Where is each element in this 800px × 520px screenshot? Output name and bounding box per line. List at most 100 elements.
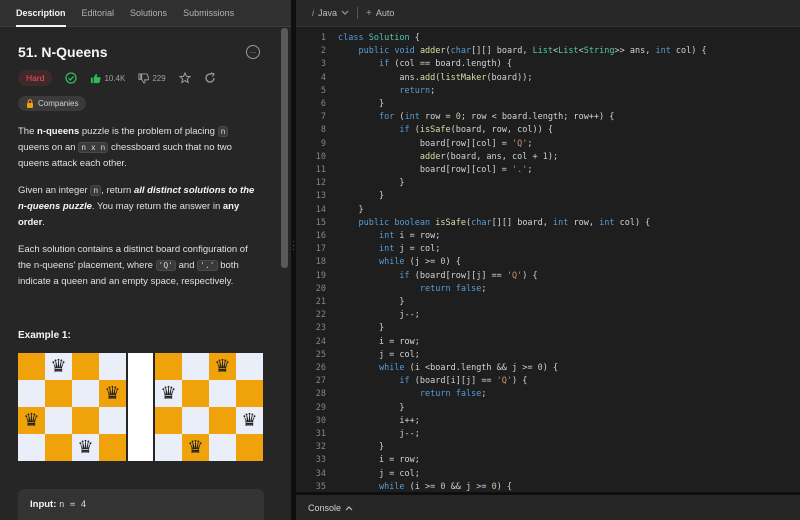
code-text: } <box>338 178 405 189</box>
code-text: return; <box>399 85 436 96</box>
code-text: for (int row = 0; row < board.length; ro… <box>378 112 615 123</box>
thumbs-up-icon <box>91 73 102 83</box>
line-number: 19 <box>315 270 326 281</box>
splitter-handle-icon[interactable]: · · · <box>292 238 295 254</box>
board-cell <box>236 380 263 407</box>
line-number: 1 <box>320 33 326 43</box>
code-text: j--; <box>338 429 420 439</box>
board-cell <box>18 380 45 407</box>
code-text: if (isSafe(board, row, col)) { <box>399 125 553 136</box>
board-cell <box>209 380 236 407</box>
mode-label: Auto <box>375 8 395 18</box>
line-number: 16 <box>315 231 326 241</box>
lock-icon <box>27 99 33 108</box>
board-cell <box>99 407 126 434</box>
code-text: } <box>338 442 385 453</box>
line-number: 25 <box>315 349 326 360</box>
line-number: 22 <box>315 310 326 321</box>
chessboard-solution-2: ♛ ♛ ♛ ♛ <box>155 353 263 461</box>
queen-icon: ♛ <box>77 436 94 458</box>
code-text: j--; <box>338 310 420 321</box>
tab-solutions[interactable]: Solutions <box>122 0 175 26</box>
line-number: 21 <box>315 297 326 307</box>
like-button[interactable]: 10.4K <box>90 73 125 84</box>
board-cell: ♛ <box>72 434 99 461</box>
code-text: } <box>338 99 385 109</box>
difficulty-badge: Hard <box>18 70 53 86</box>
line-number: 9 <box>320 138 326 149</box>
code-editor-panel: i Java + Auto 1 class Solution {2 public … <box>296 0 800 492</box>
code-text: } <box>338 323 385 334</box>
queen-icon: ♛ <box>50 355 67 377</box>
board-cell <box>45 407 72 434</box>
code-text: public void adder(char[][] board, List<L… <box>358 46 707 57</box>
problem-tabs: Description Editorial Solutions Submissi… <box>0 0 291 27</box>
thumbs-down-icon <box>138 72 150 84</box>
queen-icon: ♛ <box>160 382 177 404</box>
description-scrollbar[interactable] <box>281 28 288 268</box>
console-label: Console <box>308 502 342 513</box>
companies-tag[interactable]: Companies <box>18 96 87 111</box>
line-number: 24 <box>315 336 326 347</box>
code-text: } <box>338 204 364 215</box>
info-icon: i <box>312 8 314 18</box>
line-number: 11 <box>315 165 326 175</box>
board-cell <box>72 380 99 407</box>
chevron-up-icon <box>345 505 353 510</box>
board-cell: ♛ <box>155 380 182 407</box>
queen-icon: ♛ <box>104 382 121 404</box>
code-text: while (i >= 0 && j >= 0) { <box>378 481 513 492</box>
line-number: 17 <box>315 244 326 255</box>
chessboard-solution-1: ♛ ♛ ♛ ♛ <box>18 353 126 461</box>
code-text: j = col; <box>338 468 420 479</box>
queen-icon: ♛ <box>187 436 204 458</box>
board-cell <box>72 353 99 380</box>
code-text: class Solution { <box>338 33 420 43</box>
line-number: 10 <box>315 151 326 162</box>
board-cell <box>99 353 126 380</box>
tab-submissions[interactable]: Submissions <box>175 0 242 26</box>
code-text: int j = col; <box>378 244 441 255</box>
board-divider <box>128 353 153 461</box>
companies-label: Companies <box>38 99 79 108</box>
board-cell: ♛ <box>99 380 126 407</box>
line-number: 35 <box>315 481 326 492</box>
tab-editorial[interactable]: Editorial <box>74 0 123 26</box>
code-text: } <box>338 402 405 413</box>
queen-icon: ♛ <box>214 355 231 377</box>
problem-content: 51. N-Queens ... Hard 10.4K 229 Companie… <box>0 28 278 520</box>
line-number: 33 <box>315 455 326 466</box>
example-boards-image: ♛ ♛ ♛ ♛ ♛ ♛ ♛ ♛ <box>18 353 263 461</box>
tab-description[interactable]: Description <box>8 0 74 27</box>
line-number: 26 <box>315 363 326 373</box>
board-cell <box>209 434 236 461</box>
line-number: 15 <box>315 217 326 228</box>
console-bar[interactable]: Console <box>296 495 800 520</box>
line-number: 14 <box>315 204 326 215</box>
board-cell <box>209 407 236 434</box>
share-icon[interactable] <box>204 72 216 84</box>
code-text: } <box>338 191 385 202</box>
board-cell <box>45 434 72 461</box>
code-text: while (i <board.length && j >= 0) { <box>378 363 559 373</box>
code-text: while (j >= 0) { <box>378 257 461 268</box>
line-number: 27 <box>315 376 326 387</box>
language-select[interactable]: i Java <box>312 8 349 18</box>
board-cell <box>72 407 99 434</box>
line-number: 12 <box>315 178 326 189</box>
mode-select[interactable]: + Auto <box>366 8 394 19</box>
editor-toolbar: i Java + Auto <box>296 0 800 27</box>
board-cell <box>18 353 45 380</box>
code-text: if (board[i][j] == 'Q') { <box>399 376 528 387</box>
line-number: 7 <box>320 112 326 123</box>
line-number: 20 <box>315 283 326 294</box>
code-editor[interactable]: 1 class Solution {2 public void adder(cha… <box>296 28 800 492</box>
description-paragraph-1: The n-queens puzzle is the problem of pl… <box>18 126 232 169</box>
dislike-button[interactable]: 229 <box>138 72 166 84</box>
input-label: Input: <box>30 499 57 510</box>
favorite-star-icon[interactable] <box>178 72 191 84</box>
line-number: 4 <box>320 72 326 83</box>
solved-check-icon <box>65 72 78 84</box>
more-options-icon[interactable]: ... <box>246 45 260 59</box>
dislike-count: 229 <box>152 73 166 83</box>
